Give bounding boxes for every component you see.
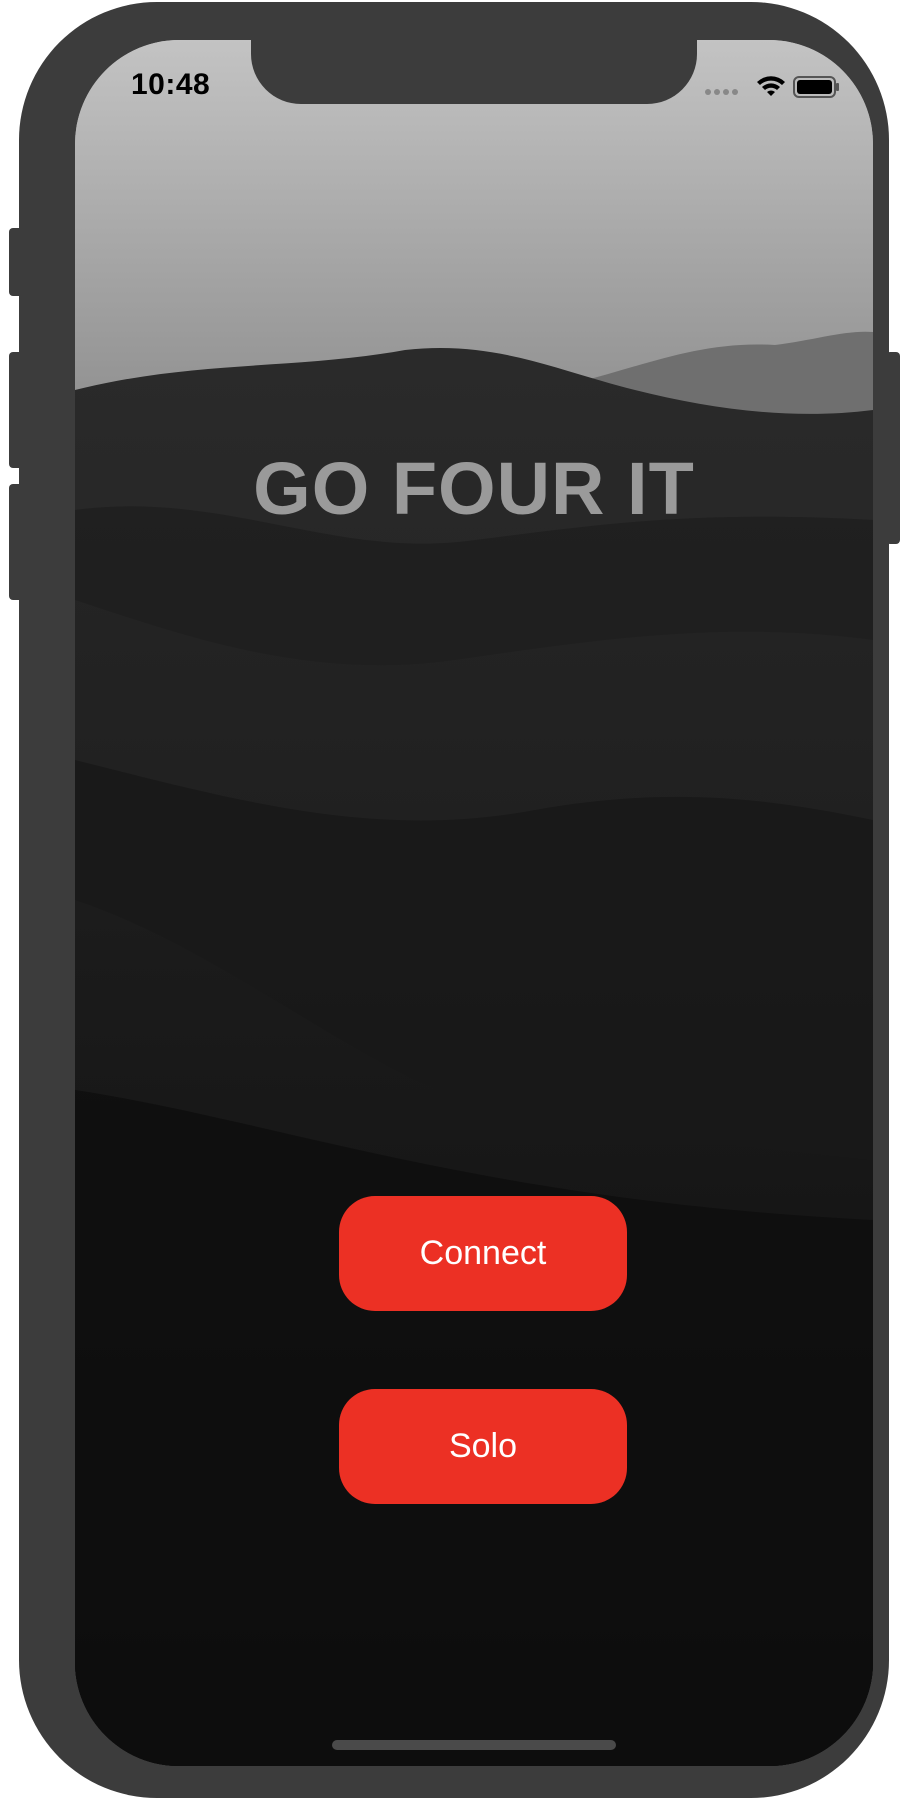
device-notch	[251, 40, 697, 104]
status-icons	[703, 74, 843, 98]
home-indicator[interactable]	[332, 1740, 616, 1750]
app-title: GO FOUR IT	[253, 447, 695, 530]
app-screen: 10:48 GO FOUR IT Connect Solo	[75, 40, 873, 1766]
connect-button[interactable]: Connect	[339, 1196, 627, 1311]
battery-icon	[793, 76, 839, 98]
status-time: 10:48	[131, 68, 211, 101]
solo-button[interactable]: Solo	[339, 1389, 627, 1504]
desert-dunes-background	[75, 40, 873, 1766]
phone-frame: 10:48 GO FOUR IT Connect Solo	[19, 2, 889, 1798]
cellular-signal-icon	[705, 89, 738, 95]
wifi-icon	[757, 76, 785, 96]
